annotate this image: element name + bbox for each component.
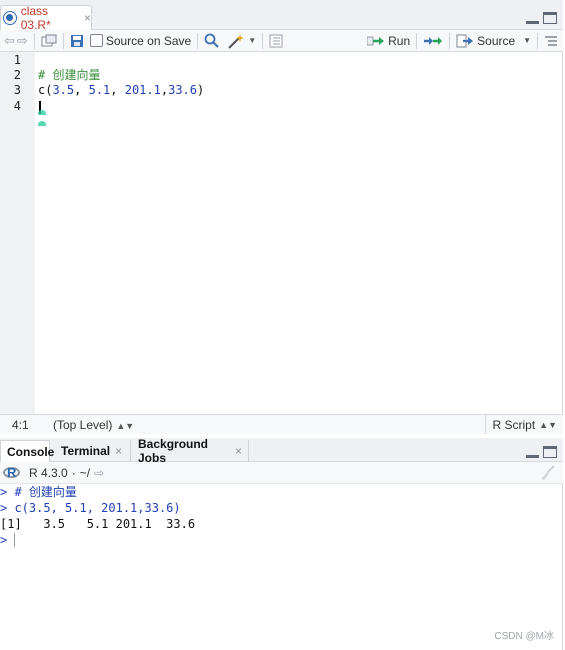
code-token-num: 3.5 [52,83,75,97]
cursor-marker-icon [38,110,46,115]
tab-background-jobs-label: Background Jobs [138,437,209,465]
outline-icon[interactable] [269,31,283,51]
line-number: 3 [13,83,21,97]
code-line-vector[interactable]: c(3.5, 5.1, 201.1,33.6) [38,82,204,98]
close-icon[interactable]: × [235,444,242,458]
source-editor-pane: class 03.R* × ⇦ ⇨ Source on Save ▼ Run S… [0,0,563,434]
cursor-marker-icon [38,121,46,126]
console-line: > # 创建向量 [0,484,77,500]
code-token-fn: c( [38,83,53,97]
console-line[interactable]: > [0,532,7,548]
forward-arrow-icon[interactable]: ⇨ [17,31,28,51]
code-token-num: 5.1 [88,83,111,97]
scope-label: (Top Level) [53,417,113,432]
toolbar-divider [262,32,264,49]
toolbar-divider [416,32,418,49]
source-icon [456,34,474,47]
cursor-position: 4:1 [12,417,29,432]
rerun-icon[interactable] [423,31,443,51]
source-on-save-checkbox[interactable] [89,34,103,47]
run-button[interactable]: Run [367,31,410,51]
console-output[interactable]: > # 创建向量 > c(3.5, 5.1, 201.1,33.6) [1] 3… [0,484,563,650]
maximize-icon[interactable] [543,446,557,458]
line-number: 1 [13,53,21,67]
magic-wand-icon[interactable]: ▼ [227,31,256,51]
code-token-sep: , [110,83,125,97]
minimize-icon[interactable] [526,446,539,458]
file-type-selector[interactable]: R Script ▲▼ [485,415,563,434]
tab-terminal[interactable]: Terminal × [55,440,131,462]
back-arrow-icon[interactable]: ⇦ [4,31,15,51]
code-token-num: 33.6 [168,83,197,97]
save-icon[interactable] [70,31,84,51]
console-tab-bar: Console Terminal × Background Jobs × [0,437,563,465]
console-command: c(3.5, 5.1, 201.1,33.6) [7,501,181,515]
path-separator: · [71,465,76,480]
console-command: # 创建向量 [7,485,77,499]
editor-tab-bar: class 03.R* × [0,0,563,32]
search-icon[interactable] [204,31,219,51]
tab-close-icon[interactable]: × [84,11,91,25]
code-token-sep: , [160,83,169,97]
scope-selector[interactable]: (Top Level) ▲▼ [45,418,134,432]
file-type-label: R Script [492,417,536,432]
console-pane: Console Terminal × Background Jobs × R R… [0,437,563,650]
chevron-down-icon[interactable]: ▼ [523,36,531,45]
maximize-icon[interactable] [543,12,557,24]
working-directory: ~/ [79,465,91,480]
toolbar-divider [62,32,64,49]
tab-label: class 03.R* [20,4,51,32]
r-version: R 4.3.0 [29,465,68,480]
watermark: CSDN @M冰 [494,631,554,642]
tab-background-jobs[interactable]: Background Jobs × [132,437,249,465]
source-label: Source [477,33,516,48]
run-label: Run [388,33,411,48]
line-number: 2 [13,68,21,82]
editor-toolbar: ⇦ ⇨ Source on Save ▼ Run Source ▼ [0,30,563,52]
code-token-sep: , [74,83,89,97]
r-logo-icon: R [3,465,21,480]
line-number: 4 [13,99,21,113]
code-editor[interactable]: # 创建向量 c(3.5, 5.1, 201.1,33.6) [38,52,558,414]
code-line-comment[interactable]: # 创建向量 [38,67,100,83]
toolbar-divider [537,32,539,49]
console-window-controls [526,446,557,458]
line-number-gutter: 1 2 3 4 [0,52,35,414]
minimize-icon[interactable] [526,12,539,24]
source-on-save-toggle[interactable]: Source on Save [89,31,192,51]
show-in-window-icon[interactable] [41,31,57,51]
console-output-line: [1] 3.5 5.1 201.1 33.6 [0,517,196,531]
toolbar-divider [33,32,35,49]
updown-icon: ▲▼ [539,419,557,430]
tab-class-03[interactable]: class 03.R* × [0,4,92,32]
run-icon [367,36,385,45]
console-path-bar: R R 4.3.0 · ~/ ⇨ [0,462,563,484]
r-file-icon [3,11,17,25]
code-token-close: ) [197,83,205,97]
goto-dir-icon[interactable]: ⇨ [94,466,104,480]
updown-icon: ▲▼ [116,420,135,431]
toolbar-divider [449,32,451,49]
toolbar-divider [197,32,199,49]
source-on-save-label: Source on Save [105,33,192,48]
console-cursor [14,533,15,547]
editor-window-controls [526,12,557,24]
code-token-num: 201.1 [124,83,161,97]
console-prompt: > [0,533,8,547]
tab-console[interactable]: Console [0,440,54,462]
close-icon[interactable]: × [115,444,122,458]
console-line: > c(3.5, 5.1, 201.1,33.6) [0,500,181,516]
editor-status-bar: 4:1 (Top Level) ▲▼ R Script ▲▼ [0,414,563,434]
clear-console-icon[interactable] [539,465,555,484]
tab-console-label: Console [7,444,55,459]
source-button[interactable]: Source ▼ [456,31,531,51]
tab-terminal-label: Terminal [61,444,111,458]
document-outline-icon[interactable] [544,31,558,51]
